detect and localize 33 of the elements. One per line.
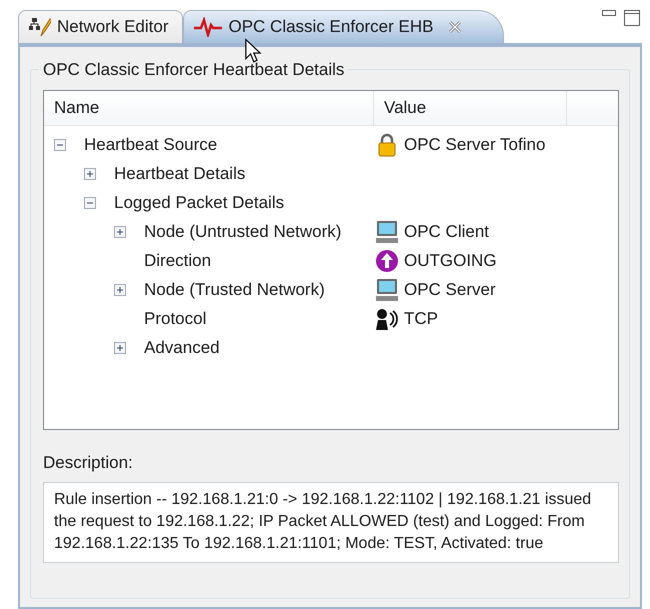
collapse-icon[interactable] [54, 138, 66, 150]
computer-icon [374, 220, 400, 244]
value-text: OUTGOING [404, 250, 497, 272]
person-signal-icon [374, 306, 400, 330]
description-text: Rule insertion -- 192.168.1.21:0 -> 192.168.1.22:1102 | 192.168.1.21 issued the request to 192.168.1.22; IP Packet ALLOWED (test) and Logged: From 192.168.1.22:135 To 192.168.1.21:1101; Mode: TEST, Activated: true [43, 482, 619, 563]
column-header[interactable]: Value [374, 91, 567, 125]
network-pencil-icon [29, 17, 51, 37]
expand-icon[interactable] [114, 342, 126, 354]
editor-tab[interactable]: Network Editor [18, 10, 184, 43]
computer-icon [374, 278, 400, 302]
heartbeat-icon [194, 17, 222, 37]
expand-icon[interactable] [84, 168, 96, 180]
tree-item-label[interactable]: Heartbeat Details [114, 160, 246, 186]
value-text: OPC Server [404, 278, 496, 301]
value-text: OPC Server Tofino [404, 134, 546, 156]
maximize-icon[interactable] [624, 10, 640, 26]
tree-item-label[interactable]: Direction [144, 248, 212, 274]
tree-item-label[interactable]: Logged Packet Details [114, 190, 284, 216]
value-text: OPC Client [404, 220, 490, 243]
up-arrow-circle-icon [374, 248, 400, 272]
collapse-icon[interactable] [84, 196, 96, 208]
description-label: Description: [43, 452, 134, 474]
tree-item-label[interactable]: Heartbeat Source [84, 132, 218, 158]
column-header[interactable]: Name [44, 91, 374, 125]
expand-icon[interactable] [114, 284, 126, 296]
tree-item-label[interactable]: Protocol [144, 306, 206, 332]
editor-tab[interactable]: OPC Classic Enforcer EHB [183, 10, 504, 43]
tree-item-label[interactable]: Node (Trusted Network) [144, 276, 325, 302]
close-icon[interactable] [447, 19, 464, 35]
expand-icon[interactable] [114, 226, 126, 238]
tree-item-label[interactable]: Node (Untrusted Network) [144, 218, 342, 244]
value-text: TCP [404, 308, 438, 330]
tree-item-label[interactable]: Advanced [144, 334, 220, 360]
